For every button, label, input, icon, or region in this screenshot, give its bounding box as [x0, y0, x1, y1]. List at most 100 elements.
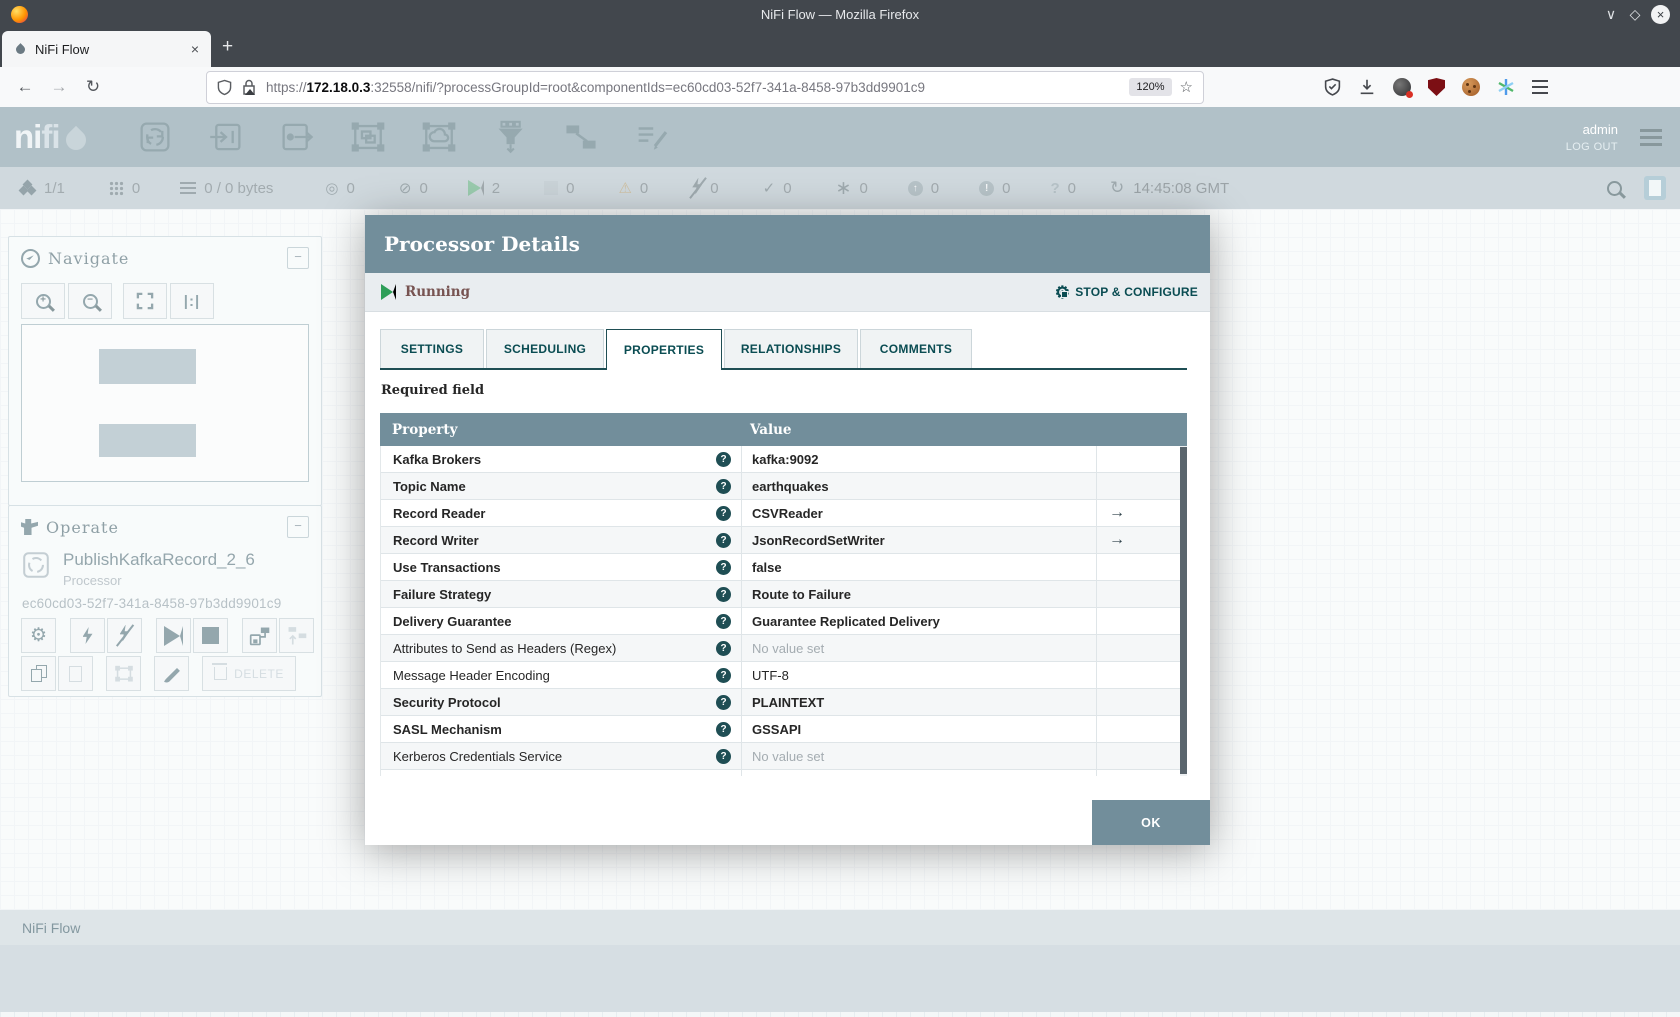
property-row[interactable]: Use Transactions? false [381, 554, 1187, 581]
forward-button[interactable]: → [42, 77, 76, 97]
protections-shield-icon[interactable] [1324, 78, 1341, 96]
help-icon[interactable]: ? [716, 694, 731, 710]
extension-cookie-icon[interactable] [1462, 78, 1480, 96]
property-value[interactable]: earthquakes [741, 473, 1096, 499]
property-row[interactable]: Kerberos Credentials Service? No value se… [381, 743, 1187, 770]
goto-cell [1096, 662, 1181, 688]
property-value[interactable]: kafka:9092 [741, 446, 1096, 472]
goto-cell [1096, 446, 1181, 472]
scrollbar-thumb[interactable] [1180, 447, 1187, 774]
help-icon[interactable]: ? [716, 667, 731, 683]
property-row[interactable]: Delivery Guarantee? Guarantee Replicated … [381, 608, 1187, 635]
help-icon[interactable]: ? [716, 505, 731, 521]
browser-tab[interactable]: NiFi Flow × [2, 31, 211, 67]
property-row[interactable]: Message Header Encoding? UTF-8 [381, 662, 1187, 689]
property-row[interactable]: Attributes to Send as Headers (Regex)? No… [381, 635, 1187, 662]
goto-cell [1096, 581, 1181, 607]
stop-and-configure-button[interactable]: ⚙ STOP & CONFIGURE [1055, 284, 1198, 301]
help-icon[interactable]: ? [716, 748, 731, 764]
lock-warning-icon[interactable] [242, 79, 256, 96]
goto-cell: → [1096, 527, 1181, 553]
goto-cell [1096, 608, 1181, 634]
property-row[interactable]: Record Reader? CSVReader → [381, 500, 1187, 527]
property-value[interactable]: false [741, 554, 1096, 580]
property-value[interactable]: Route to Failure [741, 581, 1096, 607]
property-value[interactable]: UTF-8 [741, 662, 1096, 688]
goto-cell [1096, 770, 1181, 776]
browser-toolbar: ← → ↻ https://172.18.0.3:32558/nifi/?pro… [0, 67, 1680, 108]
goto-cell [1096, 473, 1181, 499]
property-name: Security Protocol [393, 694, 501, 710]
property-value[interactable]: CSVReader [741, 500, 1096, 526]
property-row[interactable]: SASL Mechanism? GSSAPI [381, 716, 1187, 743]
tab-relationships[interactable]: RELATIONSHIPS [724, 329, 858, 368]
property-name: Kafka Brokers [393, 451, 482, 467]
goto-service-icon[interactable]: → [1109, 504, 1125, 522]
tab-settings[interactable]: SETTINGS [380, 329, 484, 368]
property-row[interactable]: Failure Strategy? Route to Failure [381, 581, 1187, 608]
property-row[interactable]: ? No value set [381, 770, 1187, 776]
property-name: Attributes to Send as Headers (Regex) [393, 640, 617, 656]
goto-cell [1096, 716, 1181, 742]
help-icon[interactable]: ? [716, 640, 731, 656]
extension-asterisk-icon[interactable] [1497, 78, 1515, 96]
extension-privacy-icon[interactable] [1393, 78, 1413, 98]
tab-close-icon[interactable]: × [191, 41, 199, 57]
property-value[interactable]: No value set [741, 743, 1096, 769]
table-scrollbar[interactable] [1180, 446, 1187, 776]
help-icon[interactable]: ? [716, 559, 731, 575]
running-status-icon [381, 284, 396, 300]
property-value[interactable]: GSSAPI [741, 716, 1096, 742]
property-name: Message Header Encoding [393, 667, 550, 683]
zoom-level-badge[interactable]: 120% [1129, 78, 1172, 96]
property-name: Record Writer [393, 532, 479, 548]
dialog-title: Processor Details [384, 232, 580, 256]
url-text[interactable]: https://172.18.0.3:32558/nifi/?processGr… [266, 80, 1129, 95]
property-value[interactable]: No value set [741, 770, 1096, 776]
reload-button[interactable]: ↻ [76, 77, 110, 97]
downloads-icon[interactable] [1358, 78, 1376, 96]
url-bar[interactable]: https://172.18.0.3:32558/nifi/?processGr… [206, 70, 1204, 104]
extension-ublock-icon[interactable] [1428, 78, 1445, 96]
help-icon[interactable]: ? [716, 451, 731, 467]
goto-cell [1096, 554, 1181, 580]
property-row[interactable]: Kafka Brokers? kafka:9092 [381, 446, 1187, 473]
required-field-label: Required field [381, 383, 485, 398]
value-column-header: Value [750, 421, 792, 438]
processor-details-dialog: Processor Details Running ⚙ STOP & CONFI… [365, 215, 1210, 845]
help-icon[interactable]: ? [716, 478, 731, 494]
property-name: Use Transactions [393, 559, 501, 575]
help-icon[interactable]: ? [716, 586, 731, 602]
property-value[interactable]: JsonRecordSetWriter [741, 527, 1096, 553]
property-value[interactable]: Guarantee Replicated Delivery [741, 608, 1096, 634]
shield-permissions-icon[interactable] [217, 79, 232, 96]
goto-service-icon[interactable]: → [1109, 531, 1125, 549]
property-row[interactable]: Topic Name? earthquakes [381, 473, 1187, 500]
property-row[interactable]: Record Writer? JsonRecordSetWriter → [381, 527, 1187, 554]
goto-cell: → [1096, 500, 1181, 526]
stop-configure-icon: ⚙ [1055, 284, 1070, 301]
tab-scheduling[interactable]: SCHEDULING [486, 329, 604, 368]
dialog-status-bar: Running ⚙ STOP & CONFIGURE [365, 273, 1210, 312]
help-icon[interactable]: ? [716, 613, 731, 629]
tab-title: NiFi Flow [35, 41, 90, 57]
tab-properties[interactable]: PROPERTIES [606, 329, 722, 370]
browser-tabbar: NiFi Flow × + [0, 28, 1680, 67]
ok-button[interactable]: OK [1092, 800, 1210, 845]
tab-comments[interactable]: COMMENTS [860, 329, 972, 368]
property-row[interactable]: Security Protocol? PLAINTEXT [381, 689, 1187, 716]
run-status-label: Running [405, 284, 471, 300]
new-tab-button[interactable]: + [222, 36, 233, 58]
bookmark-star-icon[interactable]: ☆ [1180, 78, 1193, 96]
window-titlebar: NiFi Flow — Mozilla Firefox ∨ ◇ × [0, 0, 1680, 28]
menu-hamburger-icon[interactable] [1532, 80, 1548, 82]
help-icon[interactable]: ? [716, 721, 731, 737]
property-value[interactable]: PLAINTEXT [741, 689, 1096, 715]
help-icon[interactable]: ? [716, 775, 731, 776]
goto-cell [1096, 689, 1181, 715]
property-name: Topic Name [393, 478, 466, 494]
help-icon[interactable]: ? [716, 532, 731, 548]
back-button[interactable]: ← [8, 77, 42, 97]
table-header-row: Property Value [380, 413, 1187, 446]
property-value[interactable]: No value set [741, 635, 1096, 661]
